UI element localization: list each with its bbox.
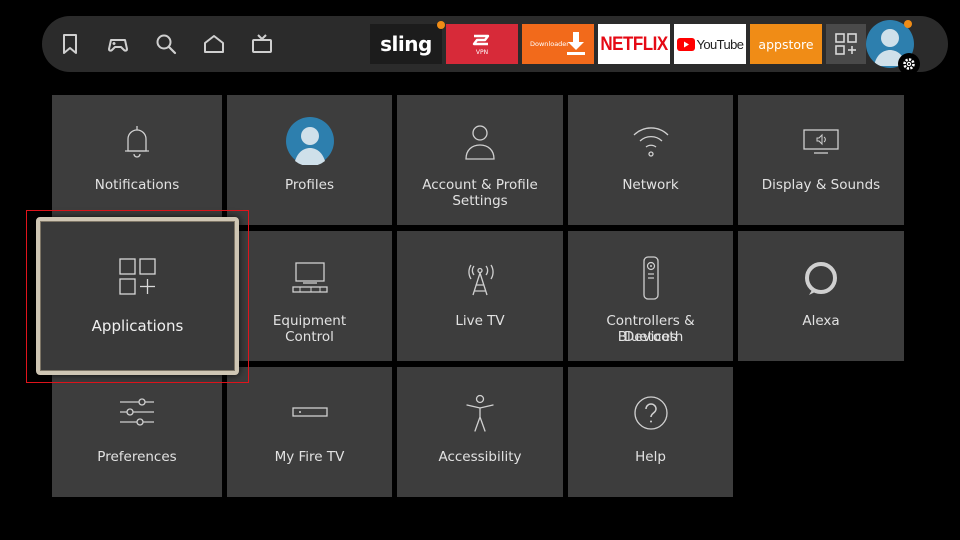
profile-avatar-icon [285,117,334,165]
tile-label-line-2: Control [285,329,334,345]
tile-label: Network [622,177,679,193]
downloader-app[interactable]: Downloader [522,24,594,64]
settings-gear-badge [898,53,920,75]
downloader-label: Downloader [530,40,569,48]
alexa-ring-icon [805,262,837,295]
remote-control-icon [642,256,659,300]
appstore-app[interactable]: appstore [750,24,822,64]
youtube-play-icon [676,37,695,51]
applications-grid-icon [119,258,156,295]
sling-app[interactable]: sling [370,24,442,64]
tv-equipment-icon [291,262,328,293]
tile-label: Accessibility [438,449,522,465]
sling-logo-text: sling [380,32,432,56]
bell-icon [125,126,149,158]
profile-avatar-button[interactable] [866,20,920,75]
live-tv-icon[interactable] [250,32,274,56]
tile-accessibility[interactable]: Accessibility [397,367,563,497]
tile-label: Profiles [284,177,334,193]
gear-icon [903,58,915,70]
broadcast-tower-icon [468,264,494,296]
sliders-icon [120,398,154,426]
netflix-app[interactable]: NETFLIX [598,24,670,64]
help-question-icon [633,396,668,430]
tile-controllers-bluetooth[interactable]: Controllers & Bluetooth Devices [568,231,733,361]
tile-label-line-2: Settings [452,193,508,209]
tile-label: Alexa [802,313,840,329]
tile-live-tv[interactable]: Live TV [397,231,563,361]
new-indicator-dot [437,21,445,29]
gamepad-icon[interactable] [106,32,130,56]
appstore-logo-text: appstore [758,36,814,52]
all-apps-icon [835,33,857,55]
search-icon[interactable] [154,32,178,56]
tile-my-fire-tv[interactable]: My Fire TV [227,367,392,497]
youtube-logo-text: YouTube [696,36,744,52]
tile-label: Live TV [455,313,505,329]
tile-display-sounds[interactable]: Display & Sounds [738,95,904,225]
tile-applications[interactable]: Applications [36,217,239,375]
notification-dot [904,20,912,28]
tile-profiles[interactable]: Profiles [227,95,392,225]
fire-tv-device-icon [291,407,328,417]
tile-label: Applications [91,317,184,335]
vpn-app[interactable]: VPN [446,24,518,64]
tile-label-line-1: Account & Profile [422,177,538,193]
tile-network[interactable]: Network [568,95,733,225]
tile-label: Help [635,449,666,465]
tile-label: Display & Sounds [761,177,881,193]
tile-alexa[interactable]: Alexa [738,231,904,361]
home-icon[interactable] [202,32,226,56]
wifi-icon [633,127,668,157]
tile-account-profile-settings[interactable]: Account & Profile Settings [397,95,563,225]
display-sound-icon [803,129,839,154]
netflix-logo-text: NETFLIX [600,32,668,55]
tile-label-line-2: Devices [623,329,678,345]
vpn-logo-icon [472,34,490,46]
bookmark-icon[interactable] [58,32,82,56]
tile-notifications[interactable]: Notifications [52,95,222,225]
person-icon [465,125,495,160]
accessibility-person-icon [466,394,494,432]
download-arrow-icon [567,32,585,55]
tile-preferences[interactable]: Preferences [52,367,222,497]
tile-equipment-control[interactable]: Equipment Control [227,231,392,361]
tile-label-line-1: Equipment [272,313,347,329]
all-apps-button[interactable] [826,24,866,64]
vpn-label: VPN [475,49,489,56]
tile-label: My Fire TV [274,449,345,465]
tile-label: Notifications [94,177,180,193]
tile-label: Preferences [97,449,177,465]
tile-help[interactable]: Help [568,367,733,497]
youtube-app[interactable]: YouTube [674,24,746,64]
